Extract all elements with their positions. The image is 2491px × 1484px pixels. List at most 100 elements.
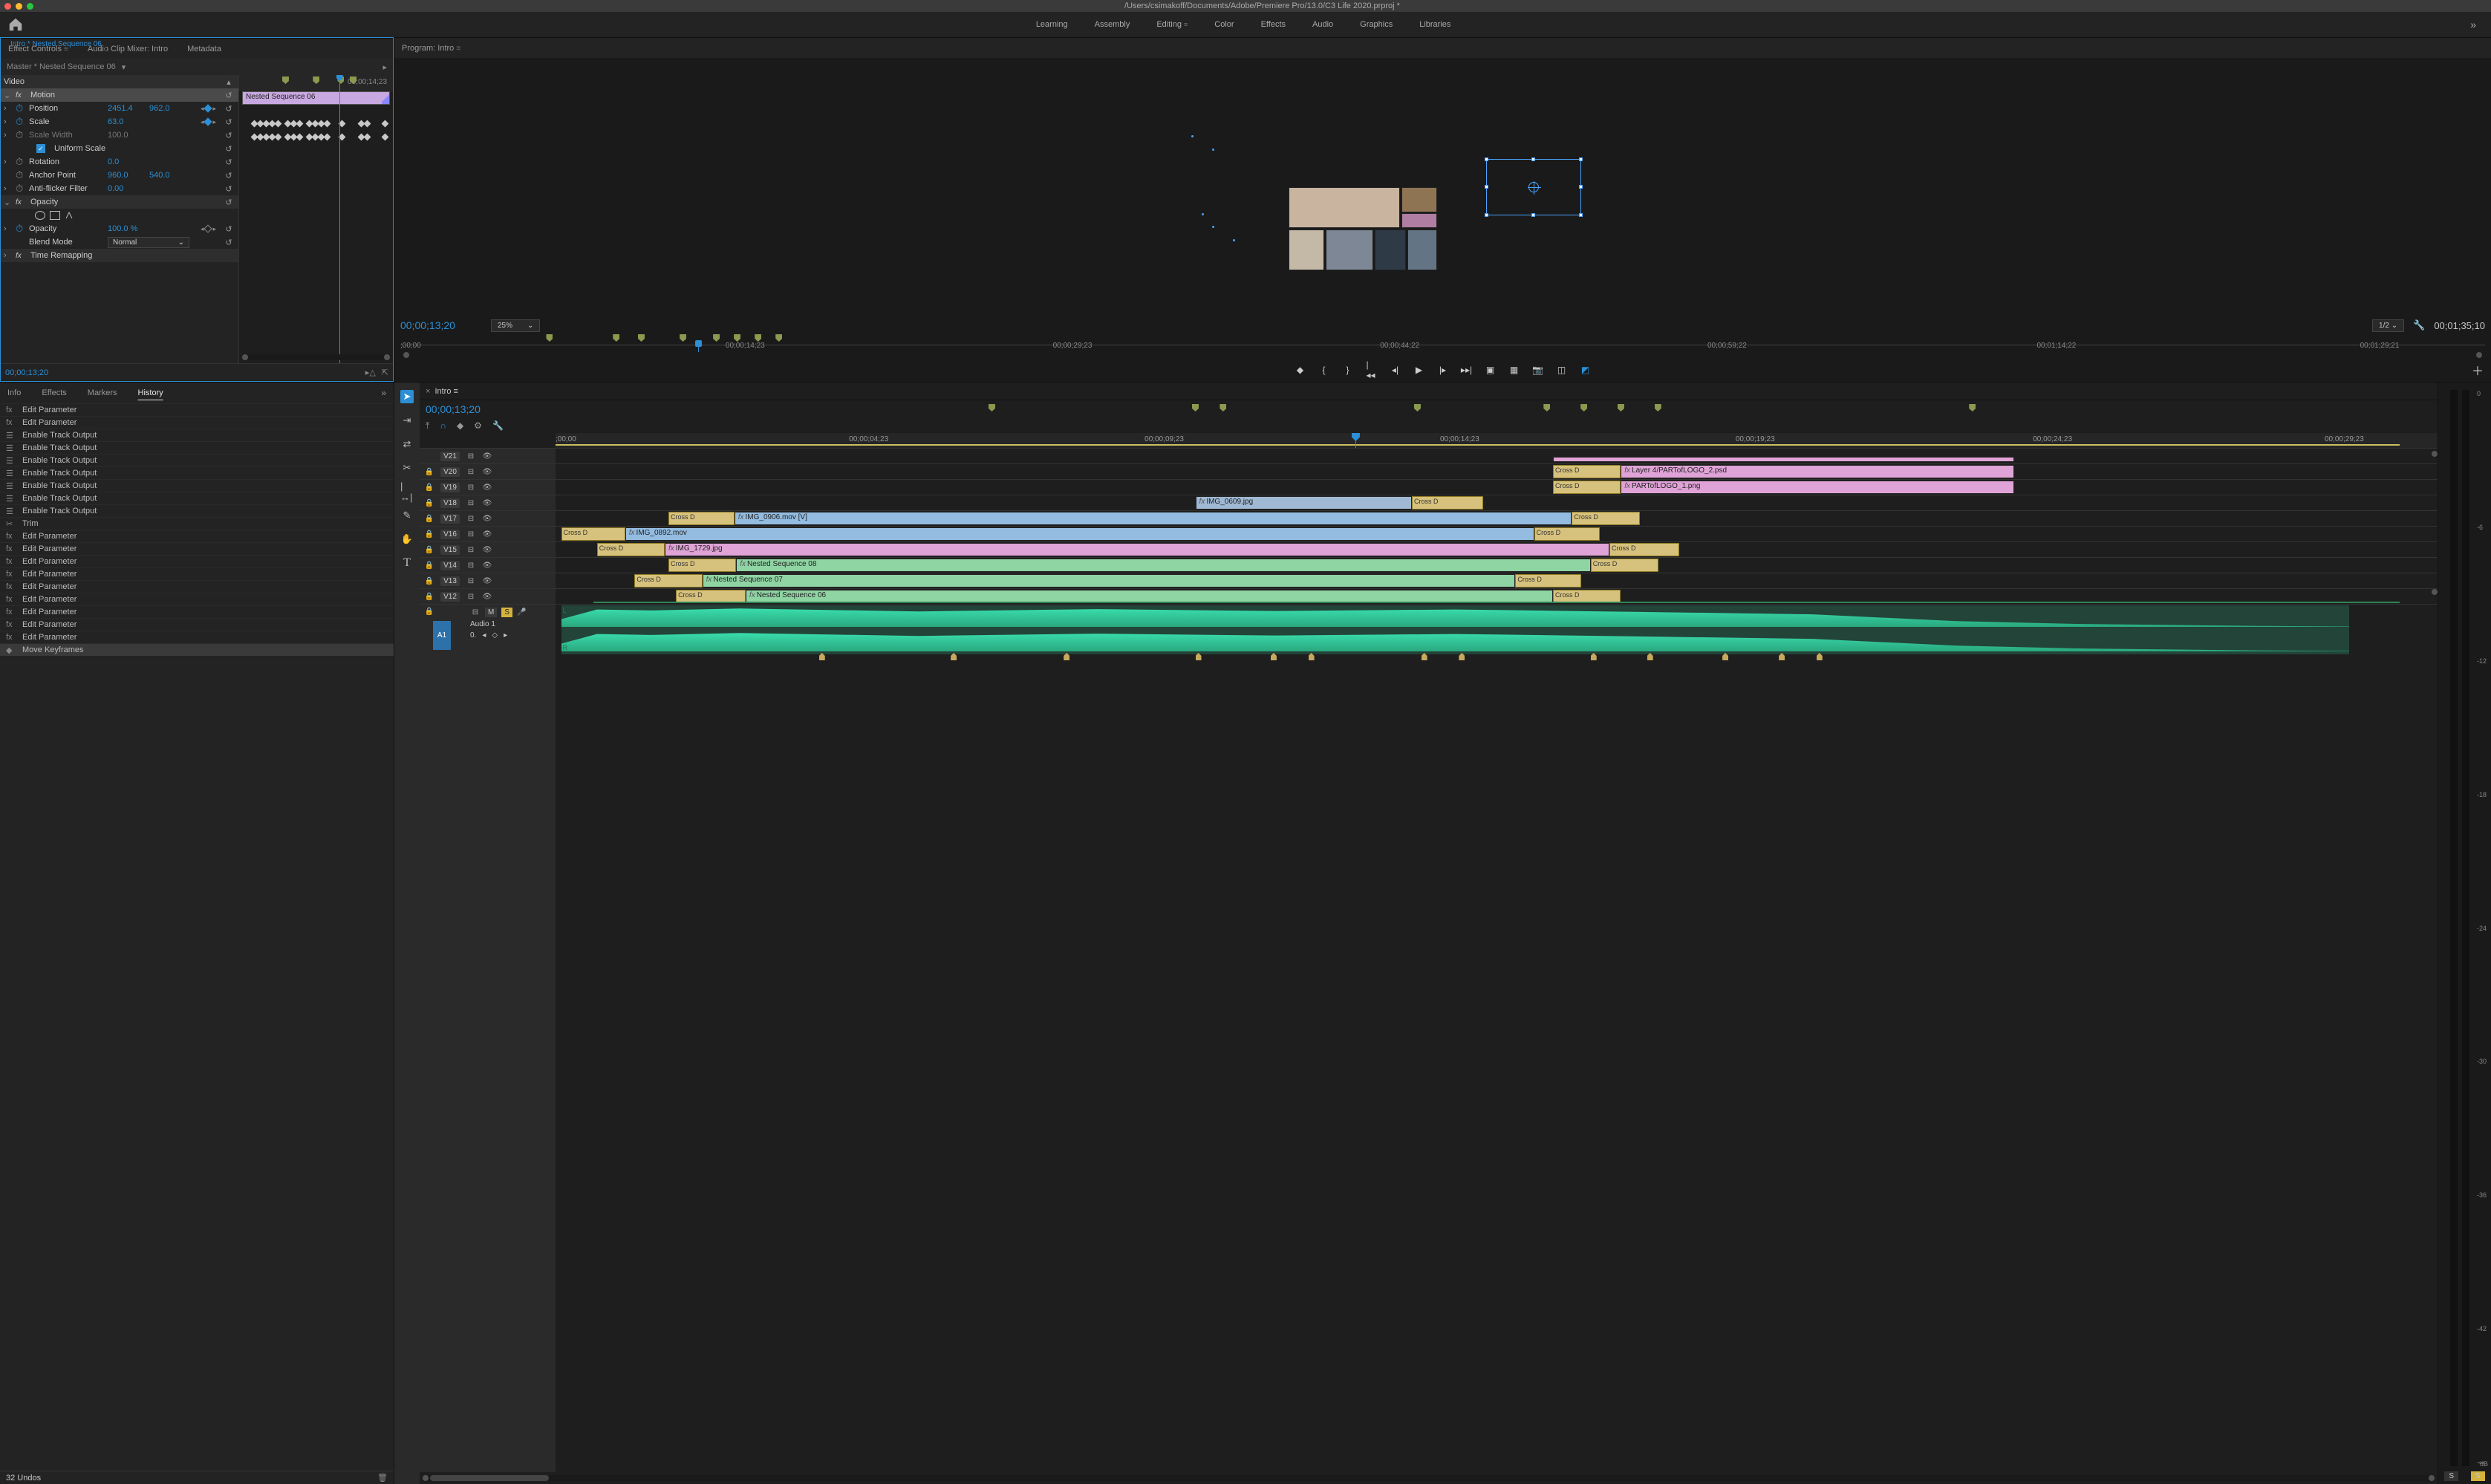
history-item[interactable]: ☰Enable Track Output <box>0 466 394 479</box>
reset-icon[interactable]: ↺ <box>224 144 234 154</box>
history-item[interactable]: ☰Enable Track Output <box>0 454 394 466</box>
clip-v13[interactable]: fxNested Sequence 07 <box>703 574 1516 588</box>
marker-icon[interactable] <box>282 77 289 84</box>
clip-v19[interactable]: fxPARTofLOGO_1.png <box>1621 481 2014 494</box>
history-item[interactable]: ◆Move Keyframes <box>0 643 394 656</box>
reset-icon[interactable]: ↺ <box>224 198 234 207</box>
history-list[interactable]: fxEdit ParameterfxEdit Parameter☰Enable … <box>0 403 394 1471</box>
add-kf-icon[interactable] <box>204 104 212 112</box>
button-editor-icon[interactable]: ＋ <box>2472 361 2484 379</box>
anchor-icon[interactable] <box>1528 182 1539 192</box>
type-tool-icon[interactable]: T <box>400 556 414 570</box>
opacity-effect[interactable]: ⌄fxOpacity↺ <box>1 195 238 209</box>
linked-selection-icon[interactable]: ∩ <box>440 420 446 431</box>
zoom-select[interactable]: 25%⌄ <box>491 319 540 332</box>
loop-icon[interactable]: ▸△ <box>365 368 376 377</box>
play-icon[interactable]: ▶ <box>1414 365 1424 375</box>
uniform-scale-checkbox[interactable]: ✓ <box>36 144 45 153</box>
workspace-overflow-icon[interactable]: » <box>2463 19 2484 30</box>
workspace-tab-editing[interactable]: Editing ≡ <box>1156 20 1188 29</box>
clip-v14[interactable]: fxNested Sequence 08 <box>736 559 1590 572</box>
clip-v16[interactable]: fxIMG_0892.mov <box>625 527 1534 541</box>
close-window-dot[interactable] <box>4 3 11 10</box>
history-item[interactable]: fxEdit Parameter <box>0 605 394 618</box>
add-marker-icon[interactable]: ◆ <box>457 420 463 431</box>
selection-tool-icon[interactable]: ➤ <box>400 390 414 403</box>
workspace-menu-icon[interactable]: ≡ <box>1184 21 1188 28</box>
close-sequence-icon[interactable]: × <box>426 387 430 396</box>
safe-margins-icon[interactable]: ◩ <box>1580 365 1591 375</box>
mute-button[interactable]: M <box>485 608 497 617</box>
workspace-tab-graphics[interactable]: Graphics <box>1360 20 1393 29</box>
tabs-overflow-icon[interactable]: » <box>381 388 386 398</box>
reset-icon[interactable]: ↺ <box>224 91 234 100</box>
history-item[interactable]: ✂Trim <box>0 517 394 530</box>
workspace-tab-assembly[interactable]: Assembly <box>1095 20 1130 29</box>
history-item[interactable]: ☰Enable Track Output <box>0 429 394 441</box>
stopwatch-icon[interactable]: ⏱ <box>16 169 25 181</box>
go-to-in-icon[interactable]: |◂◂ <box>1367 365 1377 375</box>
solo-left[interactable]: S <box>2444 1471 2458 1481</box>
stopwatch-icon[interactable]: ⏱ <box>16 102 25 114</box>
section-toggle-icon[interactable]: ▴ <box>224 77 234 87</box>
program-viewport[interactable] <box>394 58 2491 316</box>
track-select-tool-icon[interactable]: ⇥ <box>400 414 414 427</box>
tab-info[interactable]: Info <box>7 388 21 397</box>
audio-track-target[interactable]: A1 <box>433 621 451 650</box>
motion-effect[interactable]: ⌄fxMotion↺ <box>1 88 238 102</box>
add-marker-icon[interactable]: ◆ <box>1295 365 1306 375</box>
hand-tool-icon[interactable]: ✋ <box>400 533 414 546</box>
comparison-icon[interactable]: ◫ <box>1557 365 1567 375</box>
workspace-tab-color[interactable]: Color <box>1214 20 1234 29</box>
reset-icon[interactable]: ↺ <box>224 157 234 167</box>
slip-tool-icon[interactable]: |↔| <box>400 485 414 498</box>
program-ruler[interactable]: ;00;00 00;00;14;23 00;00;29;23 00;00;44;… <box>400 334 2485 358</box>
tab-markers[interactable]: Markers <box>88 388 117 397</box>
audio-track-name[interactable]: Audio 1 <box>470 620 526 628</box>
history-item[interactable]: ☰Enable Track Output <box>0 479 394 492</box>
kf-diamond-icon[interactable]: ◇ <box>492 631 498 640</box>
clip-v15[interactable]: fxIMG_1729.jpg <box>665 543 1609 556</box>
snap-icon[interactable]: ⤒ <box>426 420 429 432</box>
reset-icon[interactable]: ↺ <box>224 117 234 127</box>
history-item[interactable]: fxEdit Parameter <box>0 618 394 631</box>
next-kf-icon[interactable]: ▸ <box>212 105 216 113</box>
step-forward-icon[interactable]: |▸ <box>1438 365 1448 375</box>
reset-icon[interactable]: ↺ <box>224 131 234 140</box>
home-icon[interactable] <box>7 16 24 33</box>
next-kf-icon[interactable]: ▸ <box>504 631 507 640</box>
history-item[interactable]: fxEdit Parameter <box>0 555 394 567</box>
video-section[interactable]: Video▴ <box>1 75 238 88</box>
solo-right[interactable]: S <box>2471 1471 2485 1481</box>
timeline-timecode[interactable]: 00;00;13;20 <box>426 403 481 415</box>
lock-icon[interactable]: 🔒 <box>424 468 434 476</box>
mark-in-icon[interactable]: { <box>1319 365 1329 375</box>
stopwatch-icon[interactable]: ⏱ <box>16 156 25 168</box>
ec-playhead[interactable] <box>339 75 340 363</box>
wrench-icon[interactable]: 🔧 <box>2413 319 2425 331</box>
stopwatch-icon[interactable]: ⏱ <box>16 183 25 195</box>
clip-v18[interactable]: fxIMG_0609.jpg <box>1196 496 1412 510</box>
reset-icon[interactable]: ↺ <box>224 171 234 180</box>
history-item[interactable]: fxEdit Parameter <box>0 593 394 605</box>
minimize-window-dot[interactable] <box>16 3 22 10</box>
tab-program[interactable]: Program: Intro ≡ <box>402 44 460 53</box>
history-item[interactable]: fxEdit Parameter <box>0 530 394 542</box>
blend-mode-select[interactable]: Normal⌄ <box>108 237 189 248</box>
workspace-tab-effects[interactable]: Effects <box>1261 20 1286 29</box>
reset-icon[interactable]: ↺ <box>224 238 234 247</box>
reset-icon[interactable]: ↺ <box>224 184 234 194</box>
ec-clip-header[interactable]: Nested Sequence 06 <box>242 91 390 105</box>
timeline-settings-icon[interactable]: ⚙ <box>474 420 482 431</box>
tab-metadata[interactable]: Metadata <box>187 45 221 53</box>
razor-tool-icon[interactable]: ✂ <box>400 461 414 475</box>
audio-clip[interactable]: L R <box>561 605 2349 654</box>
extract-icon[interactable]: ▦ <box>1509 365 1520 375</box>
history-item[interactable]: fxEdit Parameter <box>0 567 394 580</box>
panel-menu-icon[interactable]: ≡ <box>456 45 460 53</box>
tab-history[interactable]: History <box>138 388 163 397</box>
reset-icon[interactable]: ↺ <box>224 104 234 114</box>
history-item[interactable]: fxEdit Parameter <box>0 542 394 555</box>
workspace-tab-audio[interactable]: Audio <box>1312 20 1333 29</box>
stopwatch-icon[interactable]: ⏱ <box>16 223 25 235</box>
